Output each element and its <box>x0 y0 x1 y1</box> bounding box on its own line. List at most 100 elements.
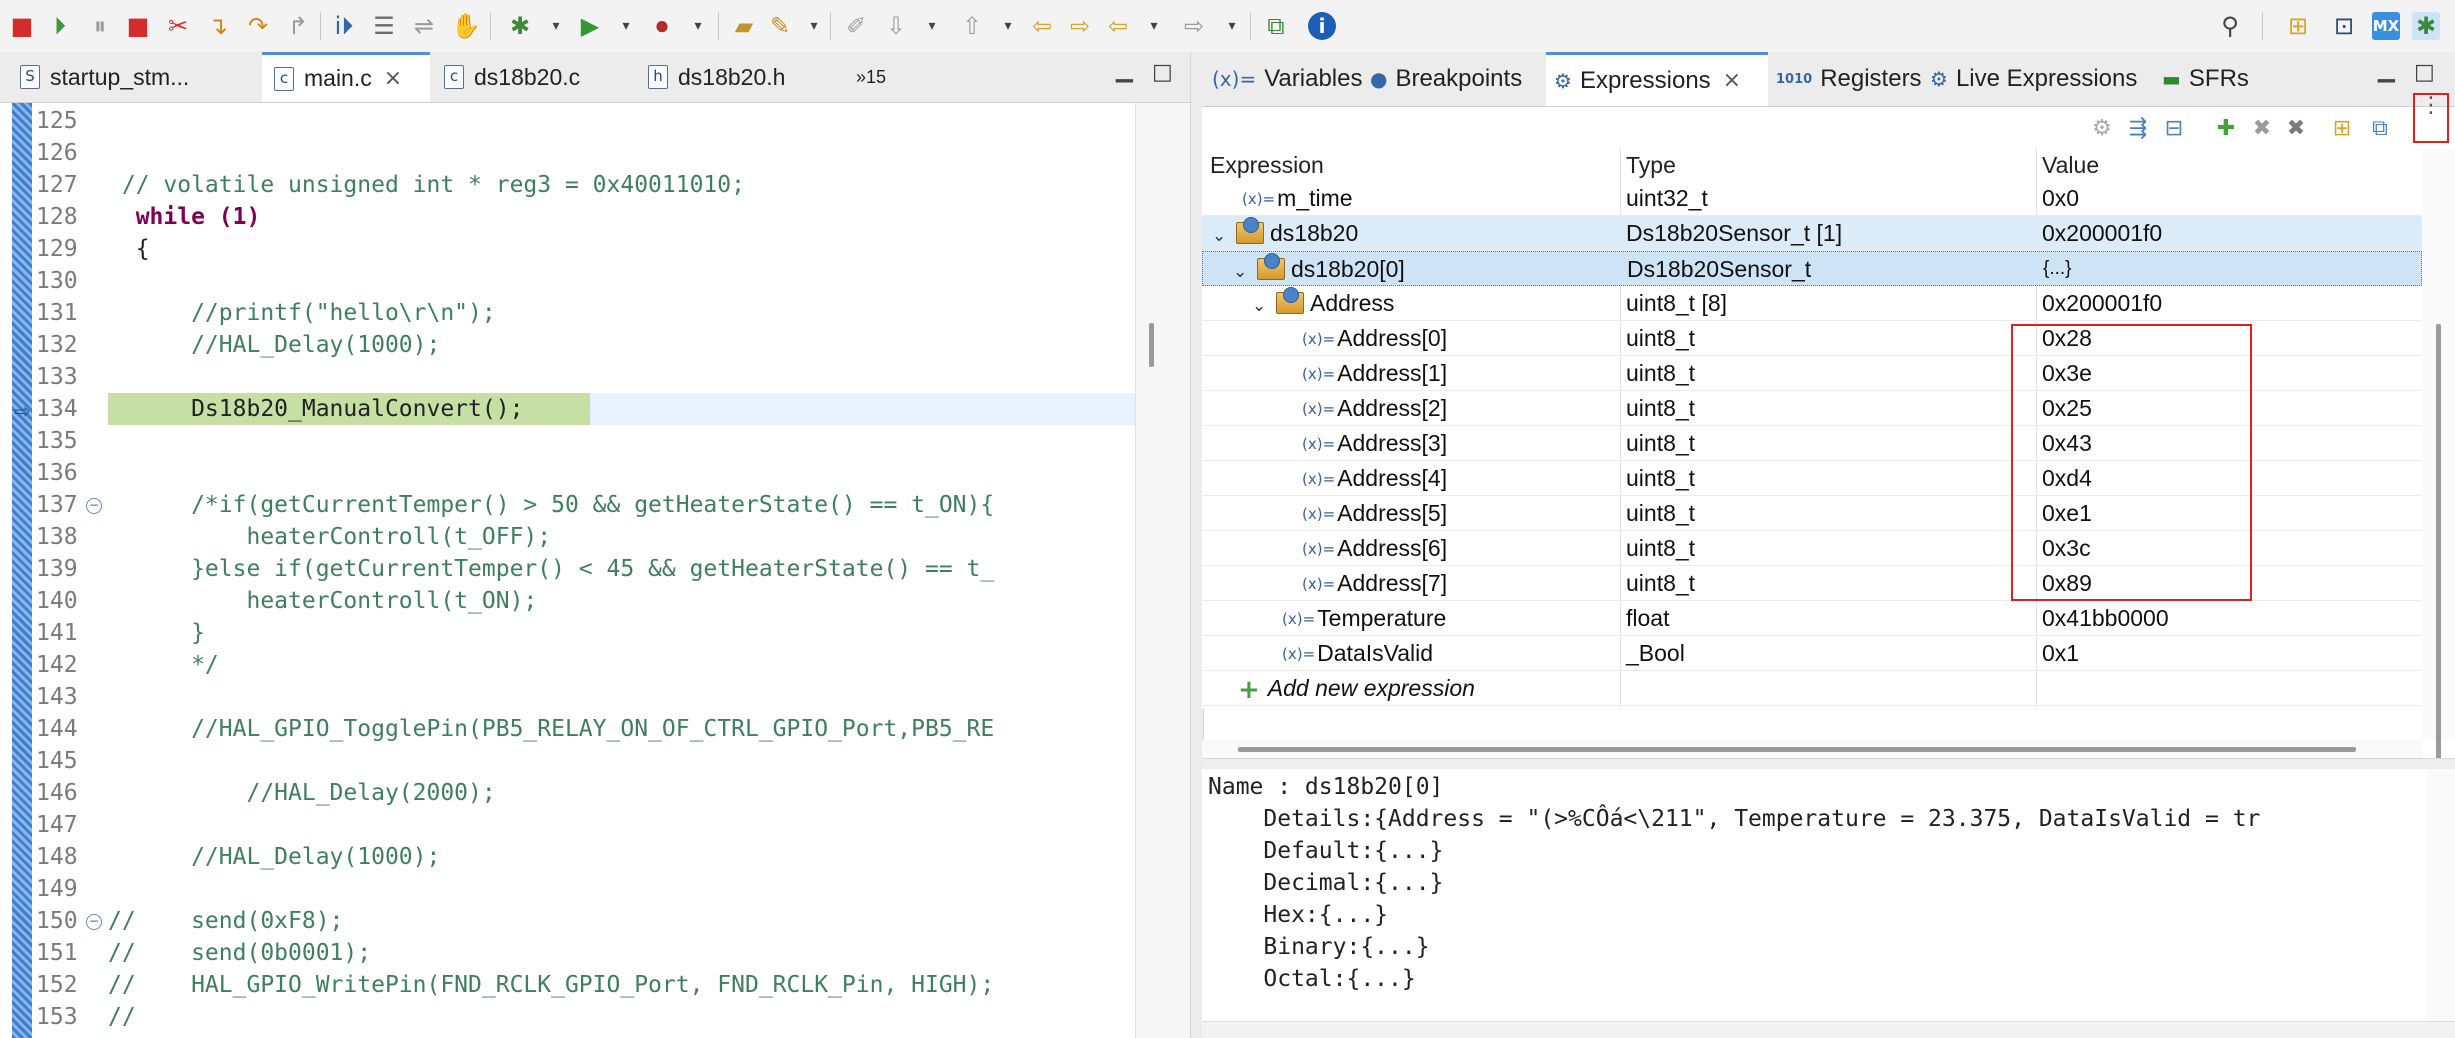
column-header-value[interactable]: Value <box>2042 149 2099 181</box>
column-header-type[interactable]: Type <box>1626 149 1676 181</box>
details-pane[interactable]: Name : ds18b20[0] Details:{Address = "(>… <box>1202 769 2427 1021</box>
lock-icon[interactable]: ✋ <box>451 12 481 40</box>
close-icon[interactable]: × <box>1723 68 1741 93</box>
wand-icon[interactable]: ✎ <box>766 12 794 40</box>
step-into-icon[interactable]: ↴ <box>204 12 232 40</box>
maximize-icon[interactable]: □ <box>2414 60 2435 85</box>
remove-expression-icon[interactable]: ✖ <box>2248 115 2276 143</box>
expand-toggle-icon[interactable]: ⌄ <box>1233 255 1251 289</box>
open-folder-icon[interactable]: ▰ <box>730 12 758 40</box>
expression-value[interactable]: 0x0 <box>2042 181 2079 215</box>
forward-edit-icon[interactable]: ⇨ <box>1066 12 1094 40</box>
open-perspective-icon[interactable]: ⊞ <box>2284 12 2312 40</box>
code-line[interactable]: 128 while (1) <box>0 201 1135 233</box>
expressions-horizontal-scrollbar[interactable] <box>1202 740 2422 758</box>
remove-all-icon[interactable]: ✖ <box>2282 115 2310 143</box>
code-line[interactable]: 145 <box>0 745 1135 777</box>
tab-ds18b20-c[interactable]: c ds18b20.c <box>444 52 634 102</box>
next-annotation-icon[interactable]: ⇩ <box>882 12 910 40</box>
cubemx-icon[interactable]: MX <box>2372 12 2400 40</box>
pen-icon[interactable]: ✐ <box>842 12 870 40</box>
prev-annotation-icon[interactable]: ⇧ <box>958 12 986 40</box>
code-line[interactable]: 142 */ <box>0 649 1135 681</box>
resume-icon[interactable]: ⏵ <box>46 12 74 40</box>
minimize-icon[interactable]: ▁ <box>1116 58 1133 83</box>
pin-editor-icon[interactable]: ⧉ <box>1262 12 1290 40</box>
code-line[interactable]: 137− /*if(getCurrentTemper() > 50 && get… <box>0 489 1135 521</box>
expression-row[interactable]: (x)=DataIsValid _Bool 0x1 <box>1202 636 2422 671</box>
prev-annotation-dropdown-icon[interactable]: ▾ <box>994 12 1022 40</box>
expression-row[interactable]: ⌄ ds18b20[0] Ds18b20Sensor_t {...} <box>1202 251 2422 286</box>
code-line[interactable]: 131 //printf("hello\r\n"); <box>0 297 1135 329</box>
search-icon[interactable]: ⚲ <box>2216 12 2244 40</box>
run-icon[interactable]: ▶ <box>576 12 604 40</box>
debug-icon[interactable]: ✱ <box>506 12 534 40</box>
view-menu-button[interactable]: ⋮ <box>2413 93 2449 143</box>
debug-dropdown-icon[interactable]: ▾ <box>542 12 570 40</box>
expression-value[interactable]: {...} <box>2043 252 2072 286</box>
code-line[interactable]: 148 //HAL_Delay(1000); <box>0 841 1135 873</box>
code-line[interactable]: 125 <box>0 105 1135 137</box>
expression-row[interactable]: ⌄ ds18b20 Ds18b20Sensor_t [1] 0x200001f0 <box>1202 216 2422 251</box>
add-new-expression-row[interactable]: + Add new expression <box>1202 671 2422 706</box>
suspend-icon[interactable]: ⏸ <box>86 12 114 40</box>
code-line[interactable]: 152 // HAL_GPIO_WritePin(FND_RCLK_GPIO_Po… <box>0 969 1135 1001</box>
close-icon[interactable]: × <box>384 66 402 91</box>
show-type-names-icon[interactable]: ⚙ <box>2088 115 2116 143</box>
code-line[interactable]: 140 heaterControll(t_ON); <box>0 585 1135 617</box>
tab-startup[interactable]: S startup_stm... <box>20 52 240 102</box>
add-new-expression[interactable]: + Add new expression <box>1238 671 1475 707</box>
c-perspective-icon[interactable]: ⊡ <box>2330 12 2358 40</box>
wand-dropdown-icon[interactable]: ▾ <box>800 12 828 40</box>
external-tools-dropdown-icon[interactable]: ▾ <box>684 12 712 40</box>
stop-icon[interactable]: ■ <box>124 12 152 40</box>
restart-icon[interactable]: ⇌ <box>410 12 438 40</box>
expand-toggle-icon[interactable]: ⌄ <box>1212 219 1230 253</box>
expression-row[interactable]: (x)=m_time uint32_t 0x0 <box>1202 181 2422 216</box>
code-line[interactable]: 146 //HAL_Delay(2000); <box>0 777 1135 809</box>
back-icon[interactable]: ⇦ <box>1104 12 1132 40</box>
next-annotation-dropdown-icon[interactable]: ▾ <box>918 12 946 40</box>
forward-icon[interactable]: ⇨ <box>1180 12 1208 40</box>
editor-scroll-thumb[interactable] <box>1149 323 1154 367</box>
collapse-all-icon[interactable]: ⊟ <box>2160 115 2188 143</box>
code-line[interactable]: 133 <box>0 361 1135 393</box>
add-expression-icon[interactable]: ✚ <box>2212 115 2240 143</box>
code-line[interactable]: 138 heaterControll(t_OFF); <box>0 521 1135 553</box>
list-icon[interactable]: ☰ <box>370 12 398 40</box>
step-over-icon[interactable]: ↷ <box>244 12 272 40</box>
editor-scrollbar[interactable] <box>1135 103 1191 1038</box>
external-tools-icon[interactable]: ⏺ <box>648 12 676 40</box>
code-line[interactable]: 136 <box>0 457 1135 489</box>
details-scrollbar[interactable] <box>2427 769 2455 1021</box>
expression-value[interactable]: 0x200001f0 <box>2042 286 2162 320</box>
tab-variables[interactable]: (x)= Variables <box>1212 52 1372 106</box>
code-line[interactable]: 153 // <box>0 1001 1135 1033</box>
scroll-thumb[interactable] <box>1238 747 2356 752</box>
forward-dropdown-icon[interactable]: ▾ <box>1218 12 1246 40</box>
last-edit-icon[interactable]: ⇦ <box>1028 12 1056 40</box>
maximize-icon[interactable]: □ <box>1152 60 1173 85</box>
expression-row[interactable]: (x)=Temperature float 0x41bb0000 <box>1202 601 2422 636</box>
code-line[interactable]: 143 <box>0 681 1135 713</box>
code-line[interactable]: 126 <box>0 137 1135 169</box>
tab-sfrs[interactable]: ▬ SFRs <box>2162 52 2272 106</box>
pin-view-icon[interactable]: ⧉ <box>2366 115 2394 143</box>
tab-live-expressions[interactable]: ⚙ Live Expressions <box>1930 52 2150 106</box>
debug-perspective-icon[interactable]: ✱ <box>2412 12 2440 40</box>
code-line[interactable]: 135 <box>0 425 1135 457</box>
tab-main-c[interactable]: c main.c × <box>262 52 430 102</box>
minimize-icon[interactable]: ▁ <box>2378 58 2395 83</box>
code-line[interactable]: 150−// send(0xF8); <box>0 905 1135 937</box>
code-line[interactable]: ⇨ 134 Ds18b20_ManualConvert(); <box>0 393 1135 425</box>
code-line[interactable]: 129 { <box>0 233 1135 265</box>
fold-icon[interactable]: − <box>86 914 102 930</box>
expression-row[interactable]: ⌄ Address uint8_t [8] 0x200001f0 <box>1202 286 2422 321</box>
run-dropdown-icon[interactable]: ▾ <box>612 12 640 40</box>
expression-value[interactable]: 0x200001f0 <box>2042 216 2162 250</box>
show-logical-structure-icon[interactable]: ⇶ <box>2124 115 2152 143</box>
column-header-expression[interactable]: Expression <box>1210 149 1324 181</box>
code-editor[interactable]: 125 126 127 // volatile unsigned int * reg… <box>0 103 1135 1038</box>
disconnect-icon[interactable]: ✂ <box>164 12 192 40</box>
new-view-icon[interactable]: ⊞ <box>2328 115 2356 143</box>
